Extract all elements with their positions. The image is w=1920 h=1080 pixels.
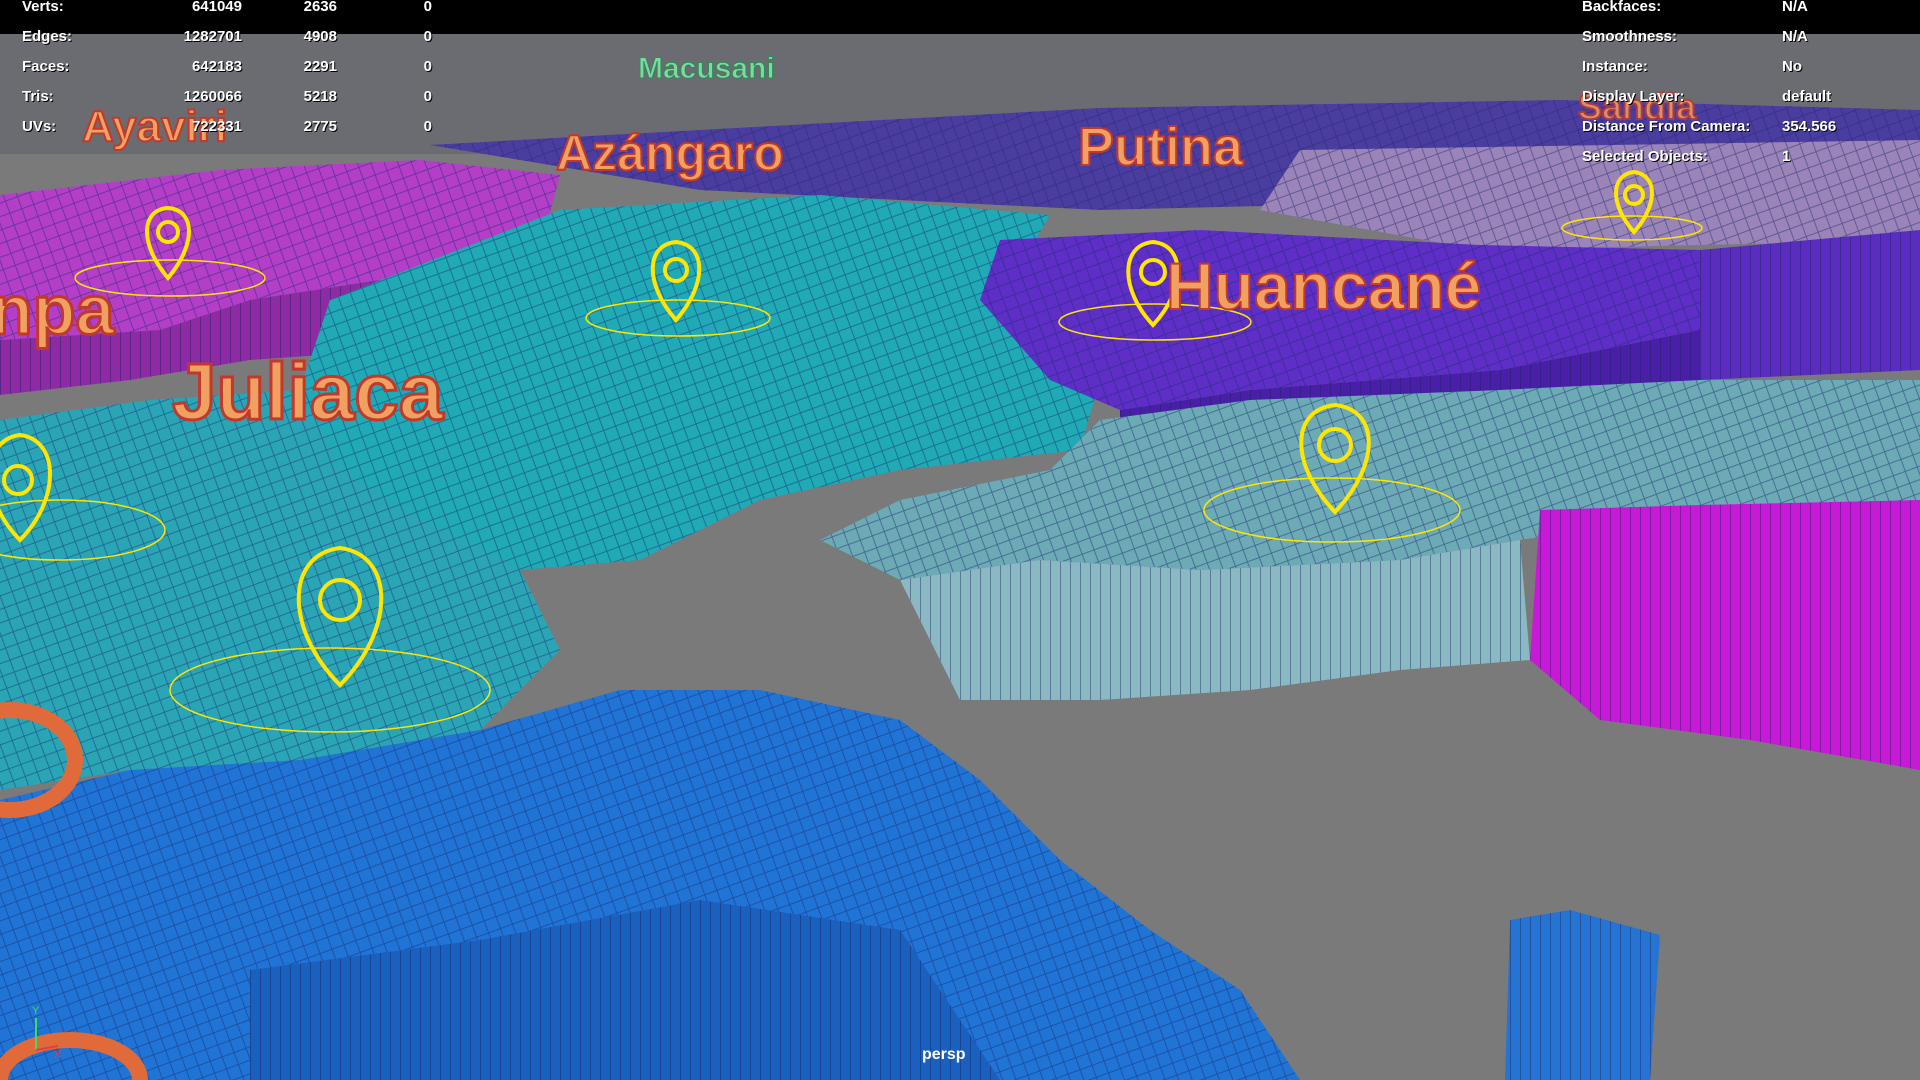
hud-label: Tris: — [22, 88, 54, 105]
hud-value: N/A — [1782, 0, 1808, 15]
hud-row-selected: Selected Objects: 1 — [1582, 142, 1912, 172]
hud-row-instance: Instance: No — [1582, 52, 1912, 82]
hud-label: Edges: — [22, 28, 73, 45]
hud-row-faces: Faces: 642183 2291 0 — [22, 52, 432, 82]
hud-value: default — [1782, 88, 1832, 105]
hud-label: Distance From Camera: — [1582, 118, 1751, 135]
hud-row-smoothness: Smoothness: N/A — [1582, 22, 1912, 52]
label-lampa-partial: npa — [0, 270, 116, 351]
hud-value: N/A — [1782, 28, 1808, 45]
hud-row-edges: Edges: 1282701 4908 0 — [22, 22, 432, 52]
axis-gizmo: Y X — [32, 1005, 62, 1060]
label-putina: Putina — [1077, 116, 1244, 178]
hud-value: 642183 — [191, 58, 242, 75]
viewport-3d[interactable]: Macusani Ayaviri Azángaro Putina Sandia … — [0, 0, 1920, 1080]
hud-value: 0 — [423, 0, 432, 15]
hud-label: Display Layer: — [1582, 88, 1685, 105]
hud-value: 0 — [423, 58, 432, 75]
region-pink-block-lines — [1530, 500, 1920, 770]
hud-label: Faces: — [22, 58, 70, 75]
label-juliaca: Juliaca — [170, 346, 444, 438]
hud-value: 4908 — [303, 28, 337, 45]
label-huancane: Huancané — [1165, 248, 1482, 324]
label-azangaro: Azángaro — [555, 124, 785, 182]
hud-row-display-layer: Display Layer: default — [1582, 82, 1912, 112]
hud-row-tris: Tris: 1260066 5218 0 — [22, 82, 432, 112]
hud-label: Instance: — [1582, 58, 1648, 75]
hud-label: Smoothness: — [1582, 28, 1678, 45]
region-east-purple-lines — [1700, 230, 1920, 380]
pillar-object-lines — [1505, 910, 1660, 1080]
hud-value: 2636 — [303, 0, 337, 15]
label-macusani: Macusani — [638, 52, 776, 86]
axis-x-label: X — [54, 1049, 62, 1060]
hud-row-distance: Distance From Camera: 354.566 — [1582, 112, 1912, 142]
hud-value: 354.566 — [1782, 118, 1837, 135]
hud-value: 5218 — [303, 88, 337, 105]
hud-object-info: Backfaces: N/A Smoothness: N/A Instance:… — [1582, 0, 1912, 172]
hud-row-backfaces: Backfaces: N/A — [1582, 0, 1912, 22]
camera-name-label: persp — [922, 1046, 966, 1063]
hud-label: Verts: — [22, 0, 64, 15]
hud-value: 641049 — [191, 0, 242, 15]
hud-row-verts: Verts: 641049 2636 0 — [22, 0, 432, 22]
hud-row-uvs: UVs: 722331 2775 0 — [22, 112, 432, 142]
hud-value: 2291 — [303, 58, 337, 75]
hud-value: 2775 — [303, 118, 337, 135]
hud-value: No — [1782, 58, 1802, 75]
hud-value: 0 — [423, 118, 432, 135]
hud-value: 1282701 — [183, 28, 242, 45]
hud-label: Backfaces: — [1582, 0, 1662, 15]
hud-value: 0 — [423, 88, 432, 105]
hud-value: 1 — [1782, 148, 1791, 165]
hud-value: 0 — [423, 28, 432, 45]
axis-y-label: Y — [32, 1005, 40, 1017]
hud-label: Selected Objects: — [1582, 148, 1708, 165]
hud-poly-count: Verts: 641049 2636 0 Edges: 1282701 4908… — [22, 0, 432, 142]
hud-value: 722331 — [191, 118, 242, 135]
hud-value: 1260066 — [183, 88, 242, 105]
hud-label: UVs: — [22, 118, 57, 135]
